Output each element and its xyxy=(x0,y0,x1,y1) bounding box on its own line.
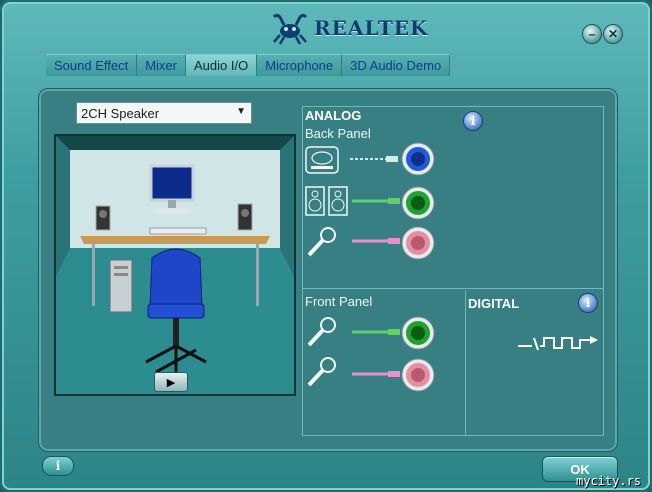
room-scene-graphic xyxy=(56,136,294,394)
mic-in-jack-pink[interactable] xyxy=(401,226,435,260)
back-panel-label: Back Panel xyxy=(305,126,371,141)
microphone-icon xyxy=(307,227,336,257)
minimize-button[interactable]: – xyxy=(582,24,602,44)
speakers-icon xyxy=(305,186,348,216)
digital-title: DIGITAL xyxy=(468,296,520,311)
tab-3d-audio-demo[interactable]: 3D Audio Demo xyxy=(342,54,451,76)
front-mic-jack-pink[interactable] xyxy=(401,358,435,392)
realtek-crab-icon xyxy=(272,13,308,45)
cable-connector-icon xyxy=(352,371,400,377)
watermark-text: mycity.rs xyxy=(576,474,642,488)
panel-divider xyxy=(303,288,603,289)
speaker-config-select[interactable]: 2CH Speaker ▼ xyxy=(76,102,252,124)
cable-connector-icon xyxy=(350,156,398,162)
cable-connector-icon xyxy=(352,238,400,244)
tab-bar: Sound Effect Mixer Audio I/O Microphone … xyxy=(46,54,626,76)
play-icon: ▶ xyxy=(166,376,176,389)
speaker-room-illustration xyxy=(54,134,296,396)
cable-connector-icon xyxy=(352,329,400,335)
line-in-device-icon xyxy=(305,146,339,174)
cable-connector-icon xyxy=(352,198,400,204)
play-demo-button[interactable]: ▶ xyxy=(154,372,188,392)
brand-name: REALTEK xyxy=(314,16,429,40)
speaker-out-jack-green[interactable] xyxy=(401,186,435,220)
line-in-jack-blue[interactable] xyxy=(401,142,435,176)
front-out-jack-green[interactable] xyxy=(401,316,435,350)
digital-info-button[interactable]: i xyxy=(578,293,598,313)
chevron-down-icon: ▼ xyxy=(236,106,246,117)
microphone-icon xyxy=(307,357,336,387)
analog-title: ANALOG xyxy=(305,108,362,123)
tab-audio-io[interactable]: Audio I/O xyxy=(186,54,258,76)
about-info-button[interactable]: i xyxy=(42,456,74,476)
realtek-logo: REALTEK xyxy=(270,10,428,46)
info-icon: i xyxy=(55,459,61,473)
speaker-config-value: 2CH Speaker xyxy=(81,106,160,121)
tab-microphone[interactable]: Microphone xyxy=(257,54,343,76)
analog-connector-section xyxy=(302,106,604,436)
digital-divider xyxy=(465,290,466,436)
realtek-window: REALTEK – ✕ Sound Effect Mixer Audio I/O… xyxy=(0,0,652,492)
microphone-icon xyxy=(307,317,336,347)
front-panel-label: Front Panel xyxy=(305,294,373,309)
close-button[interactable]: ✕ xyxy=(603,24,623,44)
analog-info-button[interactable]: i xyxy=(463,111,483,131)
spdif-digital-signal-icon xyxy=(518,336,598,351)
tab-mixer[interactable]: Mixer xyxy=(137,54,186,76)
tab-sound-effect[interactable]: Sound Effect xyxy=(46,54,138,76)
